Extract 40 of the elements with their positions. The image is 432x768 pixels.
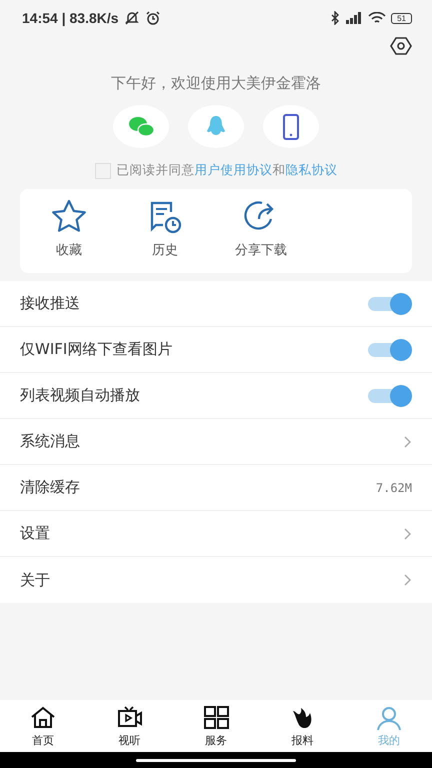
wifi-icon — [368, 12, 386, 24]
house-icon — [30, 704, 56, 730]
tab-button[interactable]: 视听 — [86, 700, 173, 752]
settings-row[interactable]: 关于 — [0, 557, 432, 603]
row-label: 列表视频自动播放 — [20, 386, 140, 405]
battery-icon: 51 — [391, 12, 412, 24]
home-indicator[interactable] — [136, 758, 296, 762]
settings-row[interactable]: 接收推送 — [0, 281, 432, 327]
greeting-text: 下午好，欢迎使用大美伊金霍洛 — [110, 74, 322, 93]
status-time: 14:54 | 83.8K/s — [22, 10, 119, 26]
alarm-icon — [144, 10, 161, 26]
grid-icon — [203, 704, 230, 730]
signal-icon — [345, 12, 364, 24]
bluetooth-icon — [330, 11, 340, 25]
row-label: 清除缓存 — [20, 478, 80, 497]
agreement-text: 已阅读并同意用户使用协议和隐私协议 — [116, 162, 338, 179]
chevron-right-icon — [404, 436, 412, 448]
person-icon — [376, 704, 402, 730]
shortcut-button[interactable]: 收藏 — [36, 189, 102, 273]
settings-row[interactable]: 清除缓存 7.62M — [0, 465, 432, 511]
muted-bell-icon — [124, 10, 140, 26]
shortcut-button[interactable]: 历史 — [132, 189, 198, 273]
settings-row[interactable]: 列表视频自动播放 — [0, 373, 432, 419]
row-label: 仅WIFI网络下查看图片 — [20, 340, 172, 359]
shortcut-button[interactable]: 分享下载 — [228, 189, 294, 273]
settings-row[interactable]: 系统消息 — [0, 419, 432, 465]
row-label: 接收推送 — [20, 294, 80, 313]
cache-size: 7.62M — [376, 480, 412, 494]
chevron-right-icon — [404, 528, 412, 540]
tab-button[interactable]: 报料 — [259, 700, 346, 752]
row-label: 系统消息 — [20, 432, 80, 451]
tab-button[interactable]: 服务 — [172, 700, 260, 752]
tab-button[interactable]: 首页 — [0, 700, 86, 752]
agreement-checkbox[interactable] — [94, 162, 110, 178]
chevron-right-icon — [404, 574, 412, 586]
row-label: 设置 — [20, 524, 50, 543]
settings-row[interactable]: 仅WIFI网络下查看图片 — [0, 327, 432, 373]
row-label: 关于 — [20, 570, 50, 590]
settings-row[interactable]: 设置 — [0, 511, 432, 557]
settings-icon[interactable] — [390, 36, 412, 56]
